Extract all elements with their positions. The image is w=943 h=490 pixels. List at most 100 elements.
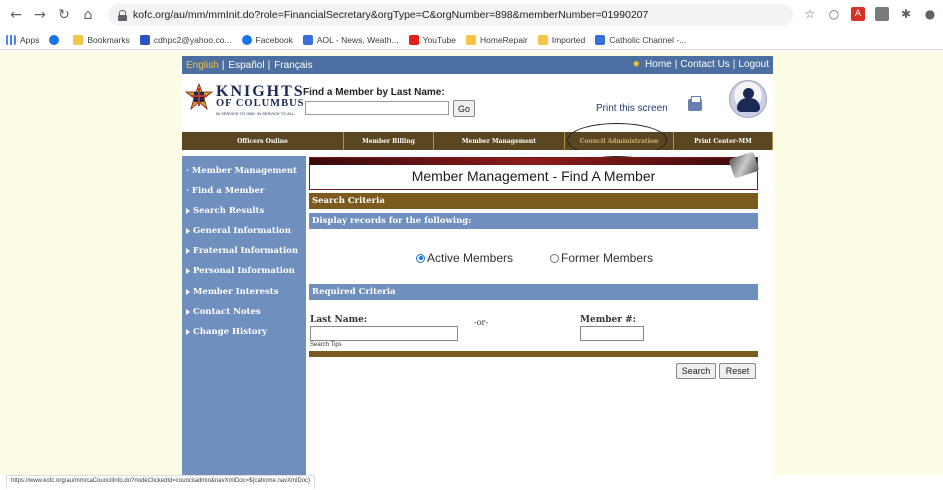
or-label: -or-	[474, 318, 489, 327]
bookmark-favicon-icon	[139, 34, 150, 45]
menu-item[interactable]: Member Billing	[344, 132, 434, 150]
bookmark-favicon-icon	[302, 34, 313, 45]
sidebar-item[interactable]: General Information	[182, 226, 291, 236]
forward-arrow-icon[interactable]: →	[32, 7, 48, 23]
left-sidebar: · Member Management · Find a Member Sear…	[182, 156, 306, 476]
triangle-right-icon	[186, 267, 190, 274]
bookmark-favicon-icon	[595, 34, 606, 45]
go-button[interactable]: Go	[453, 100, 475, 117]
bookmark-item[interactable]: HomeRepair	[466, 34, 528, 45]
extension-icon[interactable]	[875, 7, 889, 21]
bookmark-label: Catholic Channel -...	[609, 34, 687, 45]
radio-unselected-icon[interactable]	[550, 253, 559, 263]
bookmark-item[interactable]: Catholic Channel -...	[595, 34, 687, 45]
bookmark-favicon-icon	[241, 34, 252, 45]
bookmark-item[interactable]: YouTube	[408, 34, 456, 45]
sidebar-item-label: Change History	[193, 327, 268, 337]
menu-item[interactable]: Member Management	[434, 132, 565, 150]
sidebar-item-find-member[interactable]: · Find a Member	[182, 186, 264, 196]
kofc-emblem-icon	[185, 83, 213, 111]
bookmarks-bar: Apps Bookmarks cdhpc2@yahoo.co... Facebook A…	[0, 30, 943, 50]
sidebar-item[interactable]: Search Results	[182, 206, 264, 216]
logo-subtitle: OF COLUMBUS	[216, 98, 305, 109]
bookmark-item[interactable]: Apps	[6, 34, 39, 45]
home-icon[interactable]: ⌂	[80, 7, 96, 23]
bookmark-item[interactable]: Facebook	[241, 34, 293, 45]
link-separator: |	[674, 59, 678, 70]
member-number-input[interactable]	[580, 326, 644, 341]
triangle-right-icon	[186, 288, 190, 295]
triangle-right-icon	[186, 328, 190, 335]
last-name-input[interactable]	[310, 326, 458, 341]
logo-tagline: IN SERVICE TO ONE. IN SERVICE TO ALL.	[216, 111, 296, 116]
lang-separator: |	[267, 59, 271, 71]
menu-item[interactable]: Officers Online	[182, 132, 344, 150]
title-stripe	[310, 158, 757, 165]
sidebar-item-label: Member Interests	[193, 287, 279, 297]
search-button[interactable]: Search	[676, 363, 716, 379]
bookmark-item[interactable]: Imported	[537, 34, 586, 45]
printer-icon[interactable]	[688, 96, 702, 111]
bookmark-favicon-icon	[408, 34, 419, 45]
radio-selected-icon[interactable]	[416, 253, 425, 263]
browser-toolbar: ← → ↻ ⌂ kofc.org/au/mm/mmInit.do?role=Fi…	[0, 0, 943, 30]
sidebar-item-label: Personal Information	[193, 266, 295, 276]
print-screen-link[interactable]: Print this screen	[596, 103, 668, 114]
former-members-radio[interactable]: Former Members	[550, 251, 653, 265]
bookmark-item[interactable]	[49, 34, 63, 45]
bookmark-label: AOL - News, Weath...	[316, 34, 399, 45]
folder-icon	[466, 34, 476, 45]
home-link[interactable]: Home	[645, 59, 672, 70]
link-separator: |	[732, 59, 736, 70]
bookmark-label: Facebook	[255, 34, 293, 45]
bookmark-item[interactable]: AOL - News, Weath...	[302, 34, 399, 45]
sidebar-item-label: General Information	[193, 226, 291, 236]
sidebar-item[interactable]: Fraternal Information	[182, 246, 298, 256]
last-name-label: Last Name:	[310, 315, 368, 325]
sidebar-heading[interactable]: · Member Management	[182, 166, 297, 176]
active-members-radio[interactable]: Active Members	[416, 251, 513, 265]
find-member-label: Find a Member by Last Name:	[303, 87, 445, 98]
pdf-extension-icon[interactable]: A	[851, 7, 865, 21]
logout-link[interactable]: Logout	[738, 59, 769, 70]
lang-english-link[interactable]: English	[186, 60, 219, 71]
search-tips-link[interactable]: Search Tips	[310, 342, 342, 348]
menu-item[interactable]: Council Administration	[565, 132, 674, 150]
sidebar-item[interactable]: Change History	[182, 327, 267, 337]
bookmark-favicon-icon	[6, 34, 16, 45]
puzzle-icon[interactable]: ✱	[899, 7, 913, 21]
sidebar-item[interactable]: Member Interests	[182, 287, 278, 297]
former-members-label: Former Members	[561, 251, 654, 265]
lock-icon	[118, 9, 127, 21]
triangle-right-icon	[186, 247, 190, 254]
menu-item[interactable]: Print Center-MM	[674, 132, 773, 150]
sidebar-item[interactable]: Contact Notes	[182, 307, 261, 317]
sidebar-item[interactable]: Personal Information	[182, 266, 295, 276]
status-bar-url: https://www.kofc.org/au/mm/caCouncilInfo…	[6, 475, 316, 489]
divider-bar	[309, 351, 758, 357]
reload-icon[interactable]: ↻	[56, 7, 72, 23]
active-members-label: Active Members	[427, 251, 514, 265]
lang-separator: |	[221, 59, 225, 71]
circle-extension-icon[interactable]: ○	[827, 7, 841, 21]
main-menu: Officers Online Member Billing Member Mana…	[182, 132, 773, 150]
sidebar-item-label: Fraternal Information	[193, 246, 299, 256]
star-icon[interactable]: ☆	[803, 7, 817, 21]
folder-icon	[73, 34, 84, 45]
profile-icon[interactable]: ●	[923, 7, 937, 21]
reset-button[interactable]: Reset	[719, 363, 756, 379]
lang-francais-link[interactable]: Français	[274, 60, 312, 71]
bookmark-item[interactable]: Bookmarks	[73, 34, 130, 45]
contact-us-link[interactable]: Contact Us	[680, 59, 729, 70]
find-member-input[interactable]	[305, 101, 449, 115]
folder-icon	[537, 34, 548, 45]
back-arrow-icon[interactable]: ←	[8, 7, 24, 23]
sidebar-item-label: Search Results	[193, 206, 265, 216]
address-bar[interactable]: kofc.org/au/mm/mmInit.do?role=FinancialS…	[108, 4, 793, 26]
lang-espanol-link[interactable]: Español	[228, 60, 264, 71]
bookmark-label: Imported	[551, 34, 586, 45]
page-title: Member Management - Find A Member	[411, 168, 656, 184]
bookmark-item[interactable]: cdhpc2@yahoo.co...	[139, 34, 232, 45]
page-title-box: Member Management - Find A Member	[309, 151, 760, 190]
bookmark-label: YouTube	[422, 34, 456, 45]
